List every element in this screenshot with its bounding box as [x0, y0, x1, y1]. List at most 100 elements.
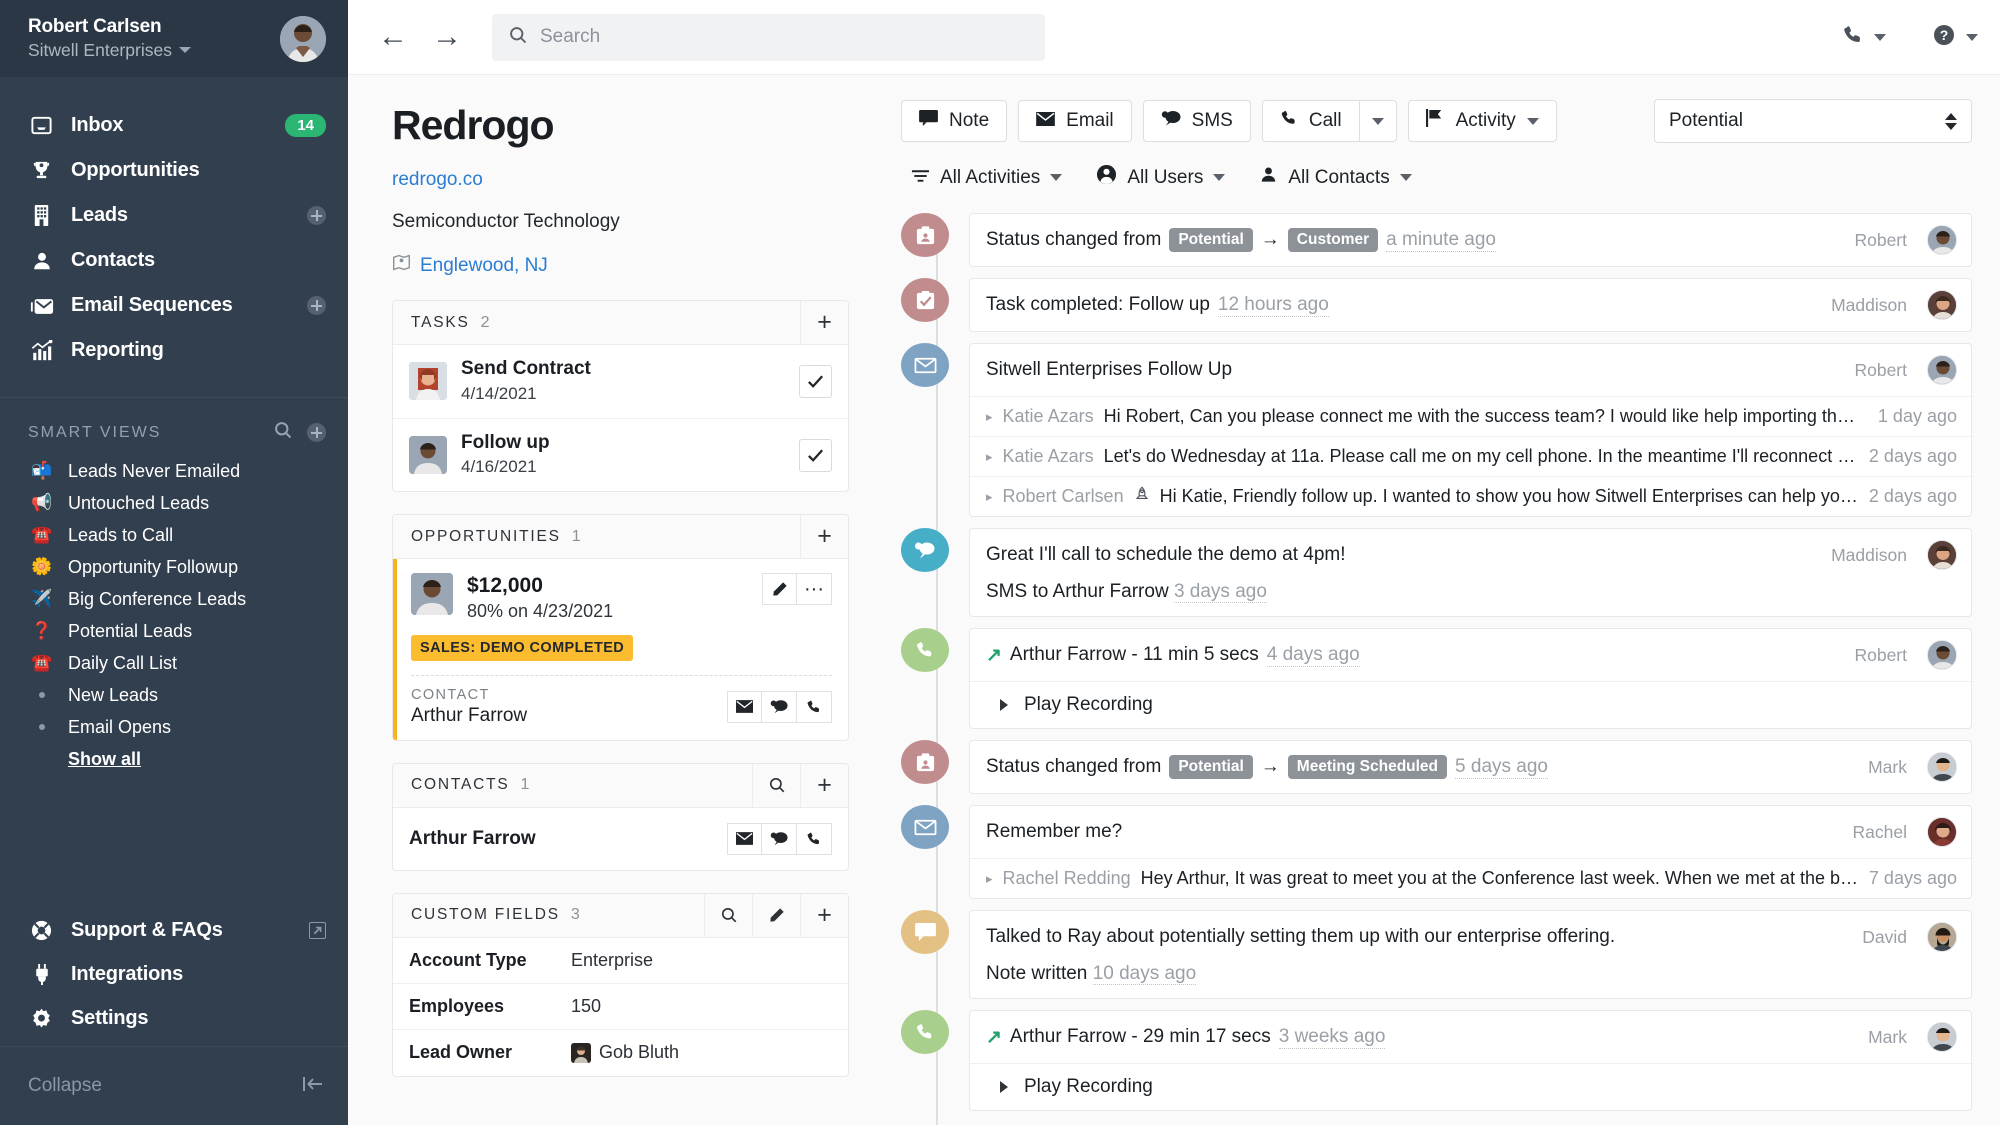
avatar — [1927, 752, 1957, 782]
timeline-card[interactable]: ↗ Arthur Farrow - 11 min 5 secs 4 days a… — [969, 628, 1972, 729]
search-box[interactable] — [492, 14, 1045, 61]
email-reply-row[interactable]: ▸ Robert Carlsen Hi Katie, Friendly foll… — [970, 476, 1971, 516]
smart-view-email-opens[interactable]: Email Opens — [0, 711, 348, 743]
smart-view-leads-never-emailed[interactable]: 📬 Leads Never Emailed — [0, 455, 348, 487]
call-contact-button[interactable] — [797, 691, 832, 723]
filter-all-activities[interactable]: All Activities — [911, 167, 1062, 189]
email-reply-row[interactable]: ▸ Katie Azars Let's do Wednesday at 11a.… — [970, 436, 1971, 476]
email-reply-row[interactable]: ▸ Katie Azars Hi Robert, Can you please … — [970, 396, 1971, 436]
timeline-card[interactable]: Talked to Ray about potentially setting … — [969, 910, 1972, 999]
task-row[interactable]: Send Contract 4/14/2021 — [393, 345, 848, 419]
activity-filters: All Activities All Users — [901, 164, 1972, 191]
phone-menu-button[interactable] — [1842, 24, 1886, 51]
sms-contact-button[interactable] — [762, 691, 797, 723]
outbound-call-icon: ↗ — [986, 1026, 1002, 1049]
external-link-icon[interactable] — [309, 922, 326, 939]
smart-view-potential-leads[interactable]: ❓ Potential Leads — [0, 615, 348, 647]
sidebar-item-settings[interactable]: Settings — [0, 996, 348, 1040]
smart-views-header: SMART VIEWS — [0, 398, 348, 455]
back-button[interactable]: ← — [376, 22, 410, 52]
opportunities-count: 1 — [572, 528, 581, 546]
search-icon[interactable] — [273, 420, 293, 445]
smart-view-daily-call-list[interactable]: ☎️ Daily Call List — [0, 647, 348, 679]
smart-view-new-leads[interactable]: New Leads — [0, 679, 348, 711]
task-row[interactable]: Follow up 4/16/2021 — [393, 419, 848, 492]
email-contact-button[interactable] — [727, 691, 762, 723]
timeline-card[interactable]: Great I'll call to schedule the demo at … — [969, 528, 1972, 617]
call-dropdown-button[interactable] — [1359, 100, 1397, 142]
play-recording-button[interactable]: Play Recording — [970, 1063, 1971, 1110]
edit-opportunity-button[interactable] — [762, 573, 797, 605]
timeline-card[interactable]: Status changed from Potential → Customer… — [969, 213, 1972, 267]
avatar[interactable] — [280, 16, 326, 62]
status-change-text: Status changed from Potential → Customer… — [986, 228, 1844, 252]
sidebar-item-integrations[interactable]: Integrations — [0, 952, 348, 996]
smart-view-big-conference-leads[interactable]: ✈️ Big Conference Leads — [0, 583, 348, 615]
sidebar-item-contacts[interactable]: Contacts — [0, 238, 348, 283]
company-location[interactable]: Englewood, NJ — [392, 253, 849, 278]
sidebar: Robert Carlsen Sitwell Enterprises — [0, 0, 348, 1125]
sms-button[interactable]: SMS — [1143, 100, 1251, 142]
filter-all-users[interactable]: All Users — [1096, 164, 1225, 191]
sidebar-item-leads[interactable]: Leads — [0, 193, 348, 238]
forward-button[interactable]: → — [430, 22, 464, 52]
lead-status-select[interactable]: Potential — [1654, 99, 1972, 143]
add-sequence-icon[interactable] — [307, 296, 326, 315]
help-menu-button[interactable]: ? — [1932, 23, 1978, 52]
sidebar-item-inbox[interactable]: Inbox 14 — [0, 103, 348, 148]
sidebar-user-header[interactable]: Robert Carlsen Sitwell Enterprises — [0, 0, 348, 77]
note-button[interactable]: Note — [901, 100, 1007, 142]
collapse-sidebar-button[interactable]: Collapse — [0, 1047, 348, 1125]
sidebar-item-email-sequences[interactable]: Email Sequences — [0, 283, 348, 328]
add-opportunity-button[interactable]: + — [800, 515, 848, 558]
search-custom-fields-button[interactable] — [704, 894, 752, 937]
custom-fields-title: CUSTOM FIELDS — [411, 906, 560, 924]
user-org[interactable]: Sitwell Enterprises — [28, 39, 270, 62]
sidebar-item-support[interactable]: Support & FAQs — [0, 908, 348, 952]
task-complete-checkbox[interactable] — [799, 365, 832, 398]
call-button-label: Call — [1309, 110, 1342, 132]
filter-label: All Activities — [940, 167, 1040, 189]
email-contact-button[interactable] — [727, 823, 762, 855]
timeline-card[interactable]: ↗ Arthur Farrow - 29 min 17 secs 3 weeks… — [969, 1010, 1972, 1111]
bullet-icon — [30, 692, 54, 698]
add-lead-icon[interactable] — [307, 206, 326, 225]
edit-custom-fields-button[interactable] — [752, 894, 800, 937]
add-task-button[interactable]: + — [800, 301, 848, 344]
task-complete-checkbox[interactable] — [799, 439, 832, 472]
sms-contact-button[interactable] — [762, 823, 797, 855]
play-recording-button[interactable]: Play Recording — [970, 681, 1971, 728]
contact-row[interactable]: Arthur Farrow — [393, 808, 848, 870]
filter-icon — [911, 167, 930, 189]
custom-field-row: Lead Owner Gob Bluth — [393, 1030, 848, 1076]
add-contact-button[interactable]: + — [800, 764, 848, 807]
opportunity-item[interactable]: $12,000 80% on 4/23/2021 · — [393, 559, 848, 676]
add-custom-field-button[interactable]: + — [800, 894, 848, 937]
search-input[interactable] — [540, 26, 1029, 48]
show-all-smart-views[interactable]: Show all — [0, 743, 348, 770]
email-reply-row[interactable]: ▸ Rachel Redding Hey Arthur, It was grea… — [970, 858, 1971, 898]
show-all-link[interactable]: Show all — [68, 749, 141, 769]
sidebar-item-reporting[interactable]: Reporting — [0, 328, 348, 373]
timeline-item-call: ↗ Arthur Farrow - 11 min 5 secs 4 days a… — [901, 628, 1972, 729]
opportunity-more-button[interactable]: ··· — [797, 573, 832, 605]
timeline-card[interactable]: Task completed: Follow up 12 hours ago M… — [969, 278, 1972, 332]
smart-view-leads-to-call[interactable]: ☎️ Leads to Call — [0, 519, 348, 551]
call-contact-button[interactable] — [797, 823, 832, 855]
log-activity-button[interactable]: Activity — [1408, 100, 1557, 142]
timeline-card[interactable]: Status changed from Potential → Meeting … — [969, 740, 1972, 794]
smart-view-opportunity-followup[interactable]: 🌼 Opportunity Followup — [0, 551, 348, 583]
flag-icon — [1426, 109, 1445, 133]
add-smart-view-icon[interactable] — [307, 423, 326, 442]
search-contacts-button[interactable] — [752, 764, 800, 807]
company-website-link[interactable]: redrogo.co — [392, 169, 849, 191]
filter-all-contacts[interactable]: All Contacts — [1259, 165, 1411, 190]
smart-view-untouched-leads[interactable]: 📢 Untouched Leads — [0, 487, 348, 519]
timeline-card[interactable]: Sitwell Enterprises Follow Up Robert ▸ K… — [969, 343, 1972, 517]
timeline-card[interactable]: Remember me? Rachel ▸ Rachel Redding Hey… — [969, 805, 1972, 899]
call-button[interactable]: Call — [1262, 100, 1359, 142]
sidebar-item-opportunities[interactable]: Opportunities — [0, 148, 348, 193]
email-button[interactable]: Email — [1018, 100, 1132, 142]
contact-name[interactable]: Arthur Farrow — [411, 705, 527, 727]
avatar — [1927, 290, 1957, 320]
